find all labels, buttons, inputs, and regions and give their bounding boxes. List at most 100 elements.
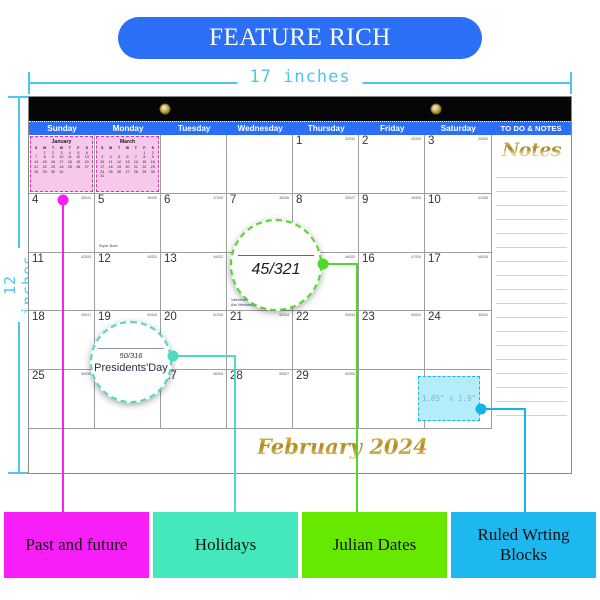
notes-ruled-lines[interactable]	[496, 177, 567, 427]
legend-item-holidays[interactable]: Holidays	[153, 512, 298, 578]
calendar-day-cell[interactable]: 22 53/313	[293, 311, 359, 371]
width-dimension: 17 inches	[28, 67, 572, 96]
julian-date: 47/319	[411, 254, 421, 259]
callout-holiday-value: Presidents'Day	[94, 362, 168, 374]
callout-julian-divider	[238, 255, 314, 256]
day-number: 2	[362, 135, 369, 147]
julian-date: 44/322	[213, 254, 223, 259]
julian-date: 39/327	[345, 195, 355, 200]
legend-item-past-and-future[interactable]: Past and future	[4, 512, 149, 578]
day-number: 11	[32, 252, 44, 265]
todo-notes-header: TO DO & NOTES	[500, 124, 562, 133]
notes-line	[496, 289, 567, 290]
notes-line	[496, 401, 567, 402]
notes-line	[496, 415, 567, 416]
calendar-day-cell[interactable]: 3 34/332	[425, 135, 491, 194]
calendar-day-cell[interactable]	[227, 135, 293, 194]
width-dimension-cap-right	[570, 72, 572, 94]
width-dimension-label: 17 inches	[237, 67, 363, 87]
julian-date: 56/310	[81, 372, 91, 377]
leader-dot-past-future	[57, 194, 69, 206]
julian-date: 60/306	[345, 372, 355, 377]
width-dimension-cap-left	[28, 72, 30, 94]
day-number: 29	[296, 370, 309, 383]
weekday-header-row: Sunday Monday Tuesday Wednesday Thursday Frid…	[29, 121, 571, 135]
notes-line	[496, 317, 567, 318]
julian-date: 36/330	[147, 195, 157, 200]
calendar-day-cell[interactable]: 16 47/319	[359, 252, 425, 312]
leader-ruled-v	[524, 408, 526, 513]
leader-holidays-v	[234, 355, 236, 513]
month-footer: February 2024	[29, 429, 571, 475]
callout-julian-value: 45/321	[251, 261, 301, 278]
notes-line	[496, 261, 567, 262]
notes-panel: Notes	[491, 135, 571, 429]
notes-line	[496, 387, 567, 388]
day-number: 8	[296, 193, 303, 206]
day-event-label: Super Bowl	[99, 244, 118, 249]
julian-date: 43/323	[147, 254, 157, 259]
weekday-header-thursday: Thursday	[307, 124, 345, 133]
julian-date: 37/329	[213, 195, 223, 200]
calendar-day-cell[interactable]: 1 32/334	[293, 135, 359, 194]
calendar-body: January S M T W T F S 1 2 3 4 5 6 7 8 9 10 11 12 13 14 15 16 17 1…	[29, 135, 571, 475]
calendar-day-cell[interactable]: 24 55/311	[425, 311, 491, 371]
julian-date: 42/324	[81, 254, 91, 259]
leader-julian-v	[356, 263, 358, 513]
day-number: 17	[428, 252, 441, 265]
mini-calendar-cell[interactable]: January S M T W T F S 1 2 3 4 5 6 7 8 9 10 11 12 13 14 15 16 17 1…	[29, 135, 95, 194]
julian-date: 34/332	[478, 137, 488, 141]
mini-calendar-title: March	[119, 139, 136, 145]
calendar-day-cell[interactable]: 2 33/333	[359, 135, 425, 194]
calendar-day-cell[interactable]: 28 59/307	[227, 370, 293, 429]
day-number: 6	[164, 193, 171, 206]
day-number: 12	[98, 252, 111, 265]
legend-item-ruled-wrting-blocks[interactable]: Ruled Wrting Blocks	[451, 512, 596, 578]
calendar-day-cell[interactable]: 9 40/326	[359, 193, 425, 253]
mini-calendar-table: S M T W T F S 1 2 3 4 5 6 7 8 9 10 11 12 13 14 15 16 17 18 19 20 21…	[100, 146, 155, 179]
notes-line	[496, 359, 567, 360]
page-title: FEATURE RICH	[118, 17, 482, 59]
day-number: 21	[230, 311, 243, 324]
day-number: 24	[428, 311, 441, 324]
calendar-day-cell[interactable]: 13 44/322	[161, 252, 227, 312]
day-number: 18	[32, 311, 45, 324]
notes-line	[496, 331, 567, 332]
notes-line	[496, 219, 567, 220]
julian-date: 59/307	[279, 372, 289, 377]
calendar-day-cell[interactable]: 10 41/325	[425, 194, 491, 253]
day-number: 25	[32, 370, 45, 383]
weekday-header-saturday: Saturday	[440, 124, 476, 133]
leader-past-future	[62, 200, 64, 513]
day-number: 16	[362, 252, 375, 265]
day-number: 5	[98, 193, 105, 206]
calendar-day-cell[interactable]: 21 52/314	[227, 311, 293, 371]
calendar-day-cell[interactable]: 27 58/308	[161, 370, 227, 429]
julian-date: 32/334	[345, 137, 355, 141]
notes-line	[496, 373, 567, 374]
julian-date: 51/315	[213, 313, 223, 318]
calendar-day-cell[interactable]: 5 36/330 Super Bowl	[95, 193, 161, 253]
julian-date: 40/326	[411, 195, 421, 200]
mini-calendar-march: March S M T W T F S 1 2 3 4 5 6 7 8 9 10 11 12 13 14 15 16 17 18 1…	[96, 136, 159, 192]
poster-root: FEATURE RICH 17 inches 12 inches SundayM…	[0, 0, 600, 600]
mini-calendar-cell[interactable]: March S M T W T F S 1 2 3 4 5 6 7 8 9 10 11 12 13 14 15 16 17 18 1…	[95, 135, 161, 194]
calendar-day-cell[interactable]	[359, 370, 425, 429]
grommet-icon-left	[159, 103, 170, 115]
notes-line	[496, 303, 567, 304]
leader-ruled-h	[480, 408, 526, 410]
calendar-day-cell[interactable]: 12 43/323	[95, 252, 161, 312]
legend-item-julian-dates[interactable]: Julian Dates	[302, 512, 447, 578]
mini-calendar-title: January	[51, 139, 72, 145]
calendar-day-cell[interactable]: 29 60/306	[293, 370, 359, 429]
calendar-day-cell[interactable]: 6 37/329	[161, 193, 227, 253]
legend-row: Past and future Holidays Julian Dates Ruled…	[4, 512, 596, 578]
callout-holiday-julian: 50/316	[119, 351, 143, 360]
calendar-day-cell[interactable]: 17 48/318	[425, 253, 491, 312]
day-number: 3	[428, 135, 435, 147]
calendar-day-cell[interactable]	[161, 135, 227, 194]
calendar-top-bar	[29, 97, 571, 121]
leader-dot-julian	[317, 258, 329, 270]
calendar-day-cell[interactable]: 23 54/312	[359, 311, 425, 371]
julian-date: 41/325	[478, 195, 488, 200]
